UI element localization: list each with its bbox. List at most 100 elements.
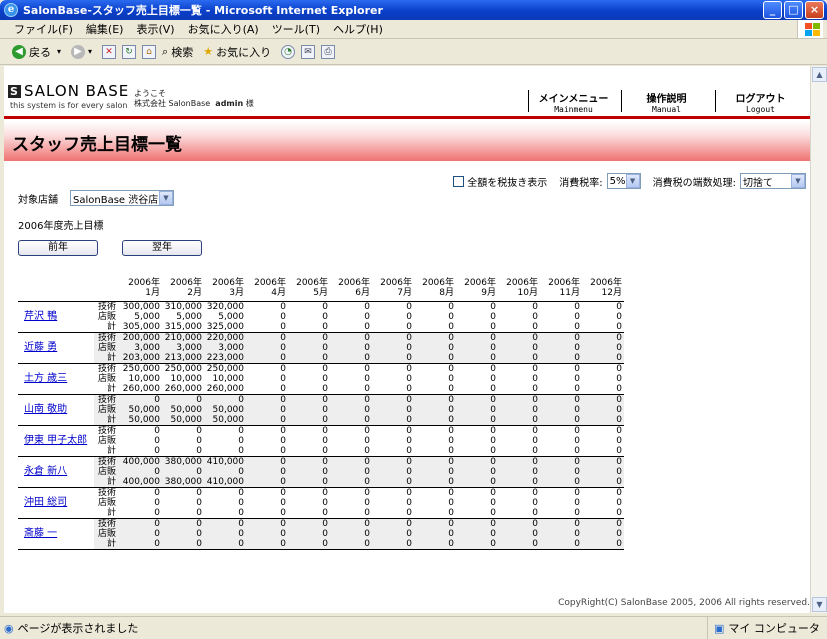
amount-value: 0	[532, 436, 538, 446]
amount-value: 0	[448, 529, 454, 539]
nav-manual[interactable]: 操作説明 Manual	[621, 90, 711, 114]
amount-value: 0	[574, 519, 580, 529]
amount-value: 250,000	[164, 364, 202, 374]
menu-help[interactable]: ヘルプ(H)	[333, 21, 383, 37]
forward-dropdown-icon[interactable]: ▾	[88, 47, 92, 56]
scroll-up-icon[interactable]: ▲	[812, 67, 827, 82]
amount-value: 0	[616, 467, 622, 477]
amount-value: 0	[616, 405, 622, 415]
store-select[interactable]: SalonBase 渋谷店 ▼	[70, 190, 174, 206]
menu-edit[interactable]: 編集(E)	[86, 21, 124, 37]
favorites-button[interactable]: ★ お気に入り	[203, 44, 271, 60]
amount-value: 0	[616, 343, 622, 353]
table-row: 土方 歳三 技術 店販計 250,000 10,000 260,000 250,000 10,…	[18, 363, 624, 395]
rounding-select[interactable]: 切捨て ▼	[740, 173, 806, 189]
type-label: 計	[106, 508, 116, 518]
print-icon[interactable]: ⎙	[321, 44, 336, 59]
amount-value: 0	[322, 426, 328, 436]
staff-name-link[interactable]: 永倉 新八	[24, 466, 67, 477]
next-year-button[interactable]: 翌年	[122, 240, 202, 256]
staff-name-link[interactable]: 沖田 総司	[24, 497, 67, 508]
month-value-cell: 000	[246, 518, 288, 550]
amount-value: 0	[238, 436, 244, 446]
prev-year-button[interactable]: 前年	[18, 240, 98, 256]
amount-value: 0	[532, 508, 538, 518]
staff-name-link[interactable]: 芹沢 鴨	[24, 311, 57, 322]
vertical-scrollbar[interactable]: ▲ ▼	[810, 66, 827, 613]
amount-value: 0	[574, 529, 580, 539]
staff-name-link[interactable]: 土方 歳三	[24, 373, 67, 384]
amount-value: 0	[322, 436, 328, 446]
amount-value: 0	[364, 405, 370, 415]
amount-value: 0	[574, 457, 580, 467]
amount-value: 0	[616, 508, 622, 518]
table-row: 永倉 新八 技術 店販計 400,000 0 400,000 380,000 0 380,000…	[18, 456, 624, 488]
staff-name-link[interactable]: 伊東 甲子太郎	[24, 435, 87, 446]
amount-value: 0	[532, 395, 538, 405]
type-labels: 技術 店販計	[94, 487, 120, 519]
search-button[interactable]: ⌕ 検索	[162, 44, 193, 60]
tax-rate-label: 消費税率:	[559, 177, 603, 189]
tax-excluded-checkbox[interactable]	[453, 175, 465, 187]
salonbase-logo[interactable]: S SALON BASE	[8, 82, 129, 100]
amount-value: 0	[490, 353, 496, 363]
windows-logo-icon	[797, 20, 823, 38]
amount-value: 0	[322, 364, 328, 374]
staff-name-cell: 土方 歳三	[18, 363, 94, 395]
amount-value: 50,000	[170, 415, 203, 425]
amount-value: 0	[574, 333, 580, 343]
staff-name-cell: 芹沢 鴨	[18, 301, 94, 333]
back-dropdown-icon[interactable]: ▾	[57, 47, 61, 56]
nav-mainmenu[interactable]: メインメニュー Mainmenu	[528, 90, 618, 114]
amount-value: 0	[532, 529, 538, 539]
amount-value: 0	[154, 395, 160, 405]
month-value-cell: 0 50,000 50,000	[204, 394, 246, 426]
refresh-icon[interactable]: ↻	[122, 44, 137, 59]
tax-rate-select[interactable]: 5% ▼	[606, 173, 641, 189]
amount-value: 0	[490, 415, 496, 425]
amount-value: 50,000	[128, 415, 161, 425]
amount-value: 0	[406, 384, 412, 394]
window-title-bar[interactable]: e SalonBase-スタッフ売上目標一覧 - Microsoft Inter…	[0, 0, 827, 20]
amount-value: 0	[448, 312, 454, 322]
month-value-cell: 000	[414, 363, 456, 395]
type-label: 技術	[97, 519, 116, 529]
type-label: 計	[106, 322, 116, 332]
scroll-down-icon[interactable]: ▼	[812, 597, 827, 612]
amount-value: 410,000	[206, 457, 244, 467]
forward-button[interactable]: ▶ ▾	[71, 44, 92, 59]
type-label: 技術	[97, 395, 116, 405]
home-icon[interactable]: ⌂	[142, 44, 157, 59]
maximize-button[interactable]: □	[784, 1, 803, 19]
nav-logout[interactable]: ログアウト Logout	[715, 90, 805, 114]
amount-value: 0	[448, 477, 454, 487]
staff-name-link[interactable]: 近藤 勇	[24, 342, 57, 353]
stop-icon[interactable]: ✕	[102, 44, 117, 59]
amount-value: 0	[406, 353, 412, 363]
history-icon[interactable]: ◔	[281, 44, 296, 59]
month-header: 2006年 5月	[288, 278, 330, 302]
mail-icon[interactable]: ✉	[301, 44, 316, 59]
amount-value: 0	[574, 312, 580, 322]
amount-value: 0	[364, 384, 370, 394]
staff-name-link[interactable]: 斎藤 一	[24, 528, 57, 539]
menu-tools[interactable]: ツール(T)	[272, 21, 320, 37]
menu-view[interactable]: 表示(V)	[136, 21, 174, 37]
month-value-cell: 000	[162, 518, 204, 550]
amount-value: 0	[280, 322, 286, 332]
minimize-button[interactable]: _	[763, 1, 782, 19]
type-label: 店販	[97, 529, 116, 539]
amount-value: 0	[616, 426, 622, 436]
amount-value: 0	[280, 364, 286, 374]
amount-value: 0	[238, 529, 244, 539]
amount-value: 0	[448, 374, 454, 384]
close-button[interactable]: ×	[805, 1, 824, 19]
menu-favorites[interactable]: お気に入り(A)	[188, 21, 259, 37]
amount-value: 0	[238, 488, 244, 498]
month-header: 2006年 8月	[414, 278, 456, 302]
type-labels: 技術 店販計	[94, 456, 120, 488]
menu-file[interactable]: ファイル(F)	[14, 21, 73, 37]
amount-value: 300,000	[122, 302, 160, 312]
back-button[interactable]: ◀ 戻る ▾	[12, 44, 61, 60]
staff-name-link[interactable]: 山南 敬助	[24, 404, 67, 415]
